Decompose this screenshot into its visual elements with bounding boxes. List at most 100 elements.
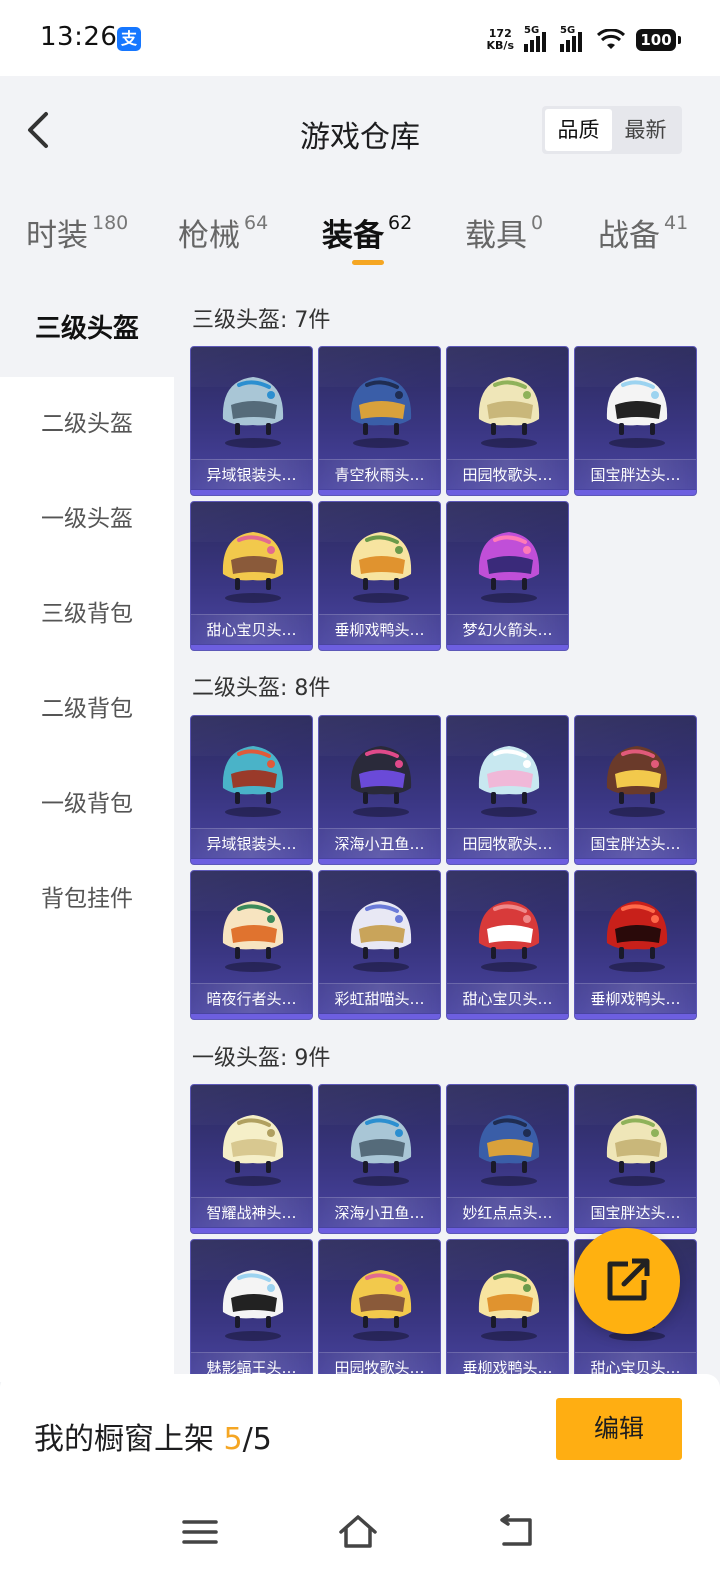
signal-label: 5G [560, 25, 576, 36]
tab-count: 41 [664, 211, 689, 234]
sort-option-newest[interactable]: 最新 [612, 109, 679, 151]
tab-label: 枪械 [178, 218, 240, 254]
header: 游戏仓库 品质 最新 [0, 76, 720, 184]
item-card[interactable]: 梦幻火箭头… [446, 501, 569, 651]
edit-button[interactable]: 编辑 [556, 1398, 682, 1460]
rarity-bar [447, 645, 568, 650]
item-card[interactable]: 垂柳戏鸭头… [318, 501, 441, 651]
helmet-image [467, 1254, 551, 1344]
tab-fashion[interactable]: 时装 180 [26, 210, 128, 255]
item-card[interactable]: 魅影蝠王头… [190, 1239, 313, 1374]
tab-label: 载具 [465, 218, 527, 254]
helmet-image [211, 1254, 295, 1344]
sort-toggle: 品质 最新 [542, 106, 682, 154]
helmet-image [467, 516, 551, 606]
section-title: 二级头盔: 8件 [192, 676, 331, 701]
sidebar-item-level1-backpack[interactable]: 一级背包 [0, 757, 174, 852]
section-grid: 异域银装头… 青空秋雨头… 田园牧歌头… 国宝胖达头… 甜心宝贝头… 垂柳戏鸭头… 梦幻火箭… [190, 346, 698, 652]
item-card[interactable]: 垂柳戏鸭头… [446, 1239, 569, 1374]
sidebar-item-backpack-charm[interactable]: 背包挂件 [0, 852, 174, 947]
rarity-bar [575, 1014, 696, 1019]
item-card[interactable]: 深海小丑鱼… [318, 1084, 441, 1234]
item-name: 甜心宝贝头… [447, 983, 568, 1013]
item-card[interactable]: 智耀战神头… [190, 1084, 313, 1234]
item-name: 田园牧歌头… [447, 459, 568, 489]
item-card[interactable]: 甜心宝贝头… [190, 501, 313, 651]
rarity-bar [191, 490, 312, 495]
item-card[interactable]: 深海小丑鱼… [318, 715, 441, 865]
item-name: 甜心宝贝头… [575, 1352, 696, 1374]
rarity-bar [447, 490, 568, 495]
item-card[interactable]: 田园牧歌头… [446, 715, 569, 865]
wifi-icon [596, 29, 626, 49]
item-card[interactable]: 垂柳戏鸭头… [574, 870, 697, 1020]
rarity-bar [575, 490, 696, 495]
item-name: 国宝胖达头… [575, 1197, 696, 1227]
status-bar: 13:26 支 172 KB/s 5G 5G 100 [0, 0, 720, 76]
section-title: 一级头盔: 9件 [192, 1046, 331, 1071]
back-icon[interactable] [494, 1510, 538, 1554]
item-card[interactable]: 彩虹甜喵头… [318, 870, 441, 1020]
helmet-image [211, 361, 295, 451]
signal-icon: 5G [524, 25, 550, 52]
item-name: 魅影蝠王头… [191, 1352, 312, 1374]
helmet-image [339, 1254, 423, 1344]
tab-vehicles[interactable]: 载具 0 [465, 210, 543, 255]
helmet-image [467, 885, 551, 975]
item-card[interactable]: 青空秋雨头… [318, 346, 441, 496]
rarity-bar [319, 490, 440, 495]
item-list: 三级头盔: 7件 异域银装头… 青空秋雨头… 田园牧歌头… 国宝胖达头… 甜心宝贝头… 垂… [174, 282, 720, 1374]
sidebar-item-level2-helmet[interactable]: 二级头盔 [0, 377, 174, 472]
category-tabs: 时装 180 枪械 64 装备 62 载具 0 战备 41 [0, 184, 720, 282]
item-name: 深海小丑鱼… [319, 1197, 440, 1227]
menu-icon[interactable] [178, 1510, 222, 1554]
tab-combat-gear[interactable]: 战备 41 [598, 210, 688, 255]
item-card[interactable]: 国宝胖达头… [574, 346, 697, 496]
share-external-icon [607, 1258, 650, 1301]
item-card[interactable]: 国宝胖达头… [574, 1084, 697, 1234]
item-card[interactable]: 异域银装头… [190, 715, 313, 865]
sidebar-item-level2-backpack[interactable]: 二级背包 [0, 662, 174, 757]
showcase-label: 我的橱窗上架 [34, 1422, 224, 1457]
item-name: 深海小丑鱼… [319, 828, 440, 858]
tab-count: 62 [388, 211, 413, 234]
helmet-image [467, 730, 551, 820]
item-card[interactable]: 田园牧歌头… [446, 346, 569, 496]
helmet-image [211, 1099, 295, 1189]
rarity-bar [319, 859, 440, 864]
tab-count: 180 [92, 211, 129, 234]
share-button[interactable] [574, 1228, 680, 1334]
item-name: 暗夜行者头… [191, 983, 312, 1013]
sort-option-quality[interactable]: 品质 [545, 109, 612, 151]
item-name: 异域银装头… [191, 828, 312, 858]
item-card[interactable]: 妙红点点头… [446, 1084, 569, 1234]
helmet-image [339, 1099, 423, 1189]
sidebar-item-level1-helmet[interactable]: 一级头盔 [0, 472, 174, 567]
item-name: 国宝胖达头… [575, 459, 696, 489]
showcase-total: /5 [242, 1422, 272, 1457]
item-card[interactable]: 国宝胖达头… [574, 715, 697, 865]
tab-equipment[interactable]: 装备 62 [322, 210, 412, 255]
helmet-image [339, 361, 423, 451]
sidebar-item-level3-helmet[interactable]: 三级头盔 [0, 282, 174, 377]
rarity-bar [191, 1014, 312, 1019]
rarity-bar [575, 859, 696, 864]
helmet-image [339, 516, 423, 606]
item-card[interactable]: 异域银装头… [190, 346, 313, 496]
item-card[interactable]: 暗夜行者头… [190, 870, 313, 1020]
item-name: 青空秋雨头… [319, 459, 440, 489]
showcase-count: 5 [223, 1422, 243, 1457]
item-card[interactable]: 田园牧歌头… [318, 1239, 441, 1374]
signal-label: 5G [524, 25, 540, 36]
tab-weapons[interactable]: 枪械 64 [178, 210, 268, 255]
alipay-icon: 支 [117, 27, 141, 51]
item-name: 彩虹甜喵头… [319, 983, 440, 1013]
item-name: 垂柳戏鸭头… [447, 1352, 568, 1374]
helmet-image [211, 730, 295, 820]
item-name: 垂柳戏鸭头… [575, 983, 696, 1013]
home-icon[interactable] [336, 1510, 380, 1554]
item-card[interactable]: 甜心宝贝头… [446, 870, 569, 1020]
rarity-bar [319, 1228, 440, 1233]
sidebar: 三级头盔 二级头盔 一级头盔 三级背包 二级背包 一级背包 背包挂件 [0, 282, 174, 1382]
sidebar-item-level3-backpack[interactable]: 三级背包 [0, 567, 174, 662]
